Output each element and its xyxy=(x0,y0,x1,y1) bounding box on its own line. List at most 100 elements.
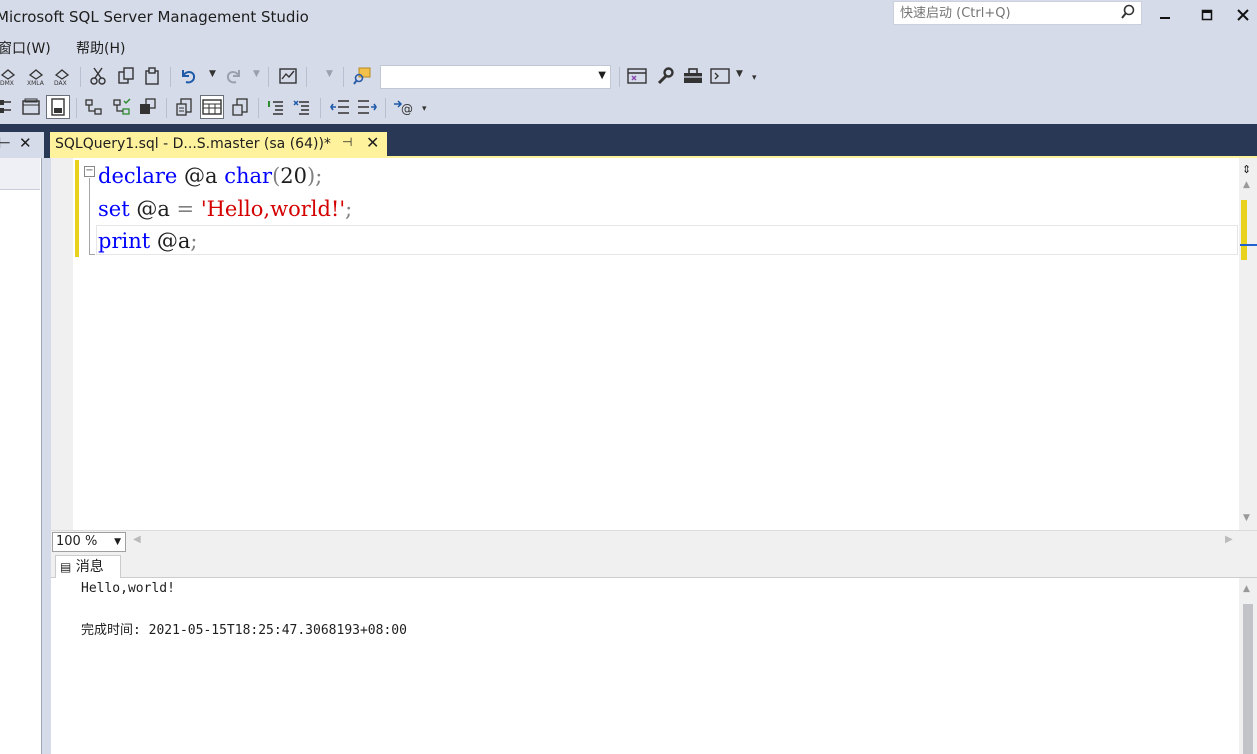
scroll-right-icon[interactable]: ▶ xyxy=(1225,534,1233,545)
outline-end xyxy=(89,254,95,255)
combo-dropdown-icon[interactable]: ▼ xyxy=(598,70,606,81)
undo-dropdown-icon[interactable]: ▼ xyxy=(209,69,216,79)
tab-sqlquery1[interactable]: SQLQuery1.sql - D...S.master (sa (64))* … xyxy=(50,132,387,158)
toolbar-overflow-icon-2[interactable]: ▾ xyxy=(422,104,427,114)
svg-text:DAX: DAX xyxy=(54,80,67,86)
indent-icon[interactable] xyxy=(355,95,379,119)
menu-bar: 窗口(W) 帮助(H) xyxy=(0,35,1257,59)
tab-pin-icon[interactable]: ⊣ xyxy=(342,135,352,149)
app-title: Microsoft SQL Server Management Studio xyxy=(0,8,309,26)
properties-icon[interactable] xyxy=(625,64,649,88)
menu-help[interactable]: 帮助(H) xyxy=(76,38,125,58)
minimize-button[interactable] xyxy=(1144,0,1186,30)
svg-text:DMX: DMX xyxy=(0,80,14,86)
dmx-query-icon[interactable]: DMX xyxy=(0,64,20,88)
object-explorer-panel[interactable] xyxy=(0,158,42,754)
collapse-icon[interactable]: − xyxy=(84,166,95,177)
zoom-combo[interactable]: 100 % ▼ xyxy=(52,532,126,552)
tab-label: SQLQuery1.sql - D...S.master (sa (64))* xyxy=(55,136,331,152)
quick-launch-input[interactable] xyxy=(894,2,1114,24)
maximize-button[interactable] xyxy=(1186,0,1228,30)
terminal-icon[interactable] xyxy=(708,64,732,88)
close-panel-icon[interactable]: ✕ xyxy=(19,134,32,152)
close-window-button[interactable] xyxy=(1228,0,1257,30)
editor-status-row: 100 % ▼ ◀ ▶ xyxy=(51,530,1257,552)
zoom-dropdown-icon[interactable]: ▼ xyxy=(114,533,121,551)
cut-icon[interactable] xyxy=(86,64,110,88)
scroll-left-icon[interactable]: ◀ xyxy=(133,534,141,545)
svg-text:@: @ xyxy=(401,102,413,116)
tab-messages[interactable]: ▤ 消息 xyxy=(55,555,121,579)
messages-tab-label: 消息 xyxy=(75,559,104,575)
redo-icon[interactable] xyxy=(222,64,246,88)
results-file-icon[interactable] xyxy=(46,95,70,119)
svg-text:XMLA: XMLA xyxy=(27,80,45,86)
completion-time: 完成时间: 2021-05-15T18:25:47.3068193+08:00 xyxy=(81,623,407,638)
quick-launch[interactable] xyxy=(893,1,1142,25)
code-token: print xyxy=(98,229,151,253)
paste-icon[interactable] xyxy=(140,64,164,88)
io-stats-icon[interactable] xyxy=(136,95,160,119)
redo-dropdown-icon[interactable]: ▼ xyxy=(253,69,260,79)
code-token: = xyxy=(176,197,195,221)
menu-window[interactable]: 窗口(W) xyxy=(0,38,51,58)
code-line-1: declare @a char(20); xyxy=(98,160,322,192)
code-line-3: print @a; xyxy=(98,225,197,257)
outline-line xyxy=(89,178,90,255)
database-combo[interactable]: ▼ xyxy=(380,65,611,89)
uncomment-icon[interactable] xyxy=(290,95,314,119)
code-token: ; xyxy=(190,229,198,253)
code-token: declare xyxy=(98,164,178,188)
comment-icon[interactable] xyxy=(264,95,288,119)
dax-query-icon[interactable]: DAX xyxy=(50,64,74,88)
editor-margin xyxy=(51,158,73,530)
code-line-2: set @a = 'Hello,world!'; xyxy=(98,193,352,225)
results-vertical-scrollbar[interactable]: ▲ xyxy=(1239,578,1257,754)
zoom-value: 100 % xyxy=(56,534,98,549)
specify-values-icon[interactable]: @ xyxy=(392,95,416,119)
search-icon[interactable] xyxy=(1121,4,1135,24)
code-token: @a xyxy=(150,229,191,253)
query-options-icon[interactable] xyxy=(172,95,196,119)
code-token: ) xyxy=(307,164,316,188)
copy-icon[interactable] xyxy=(114,64,138,88)
toolbox-icon[interactable] xyxy=(681,64,705,88)
include-plan-icon[interactable] xyxy=(82,95,106,119)
code-token: 20 xyxy=(280,164,308,188)
split-icon[interactable]: ⇕ xyxy=(1242,163,1251,176)
left-panel-header: ⊢ ✕ xyxy=(0,132,44,158)
toolbar-dropdown-icon[interactable]: ▼ xyxy=(326,69,333,79)
results-scroll-thumb[interactable] xyxy=(1243,604,1253,754)
xmla-query-icon[interactable]: XMLA xyxy=(24,64,48,88)
code-token: 'Hello,world!' xyxy=(200,197,346,221)
messages-icon: ▤ xyxy=(60,560,72,574)
scroll-up-icon[interactable]: ▲ xyxy=(1243,180,1250,190)
code-token: ; xyxy=(345,197,353,221)
terminal-dropdown-icon[interactable]: ▼ xyxy=(736,69,743,79)
messages-pane[interactable]: Hello,world! 完成时间: 2021-05-15T18:25:47.3… xyxy=(51,578,1239,754)
client-statistics-icon[interactable] xyxy=(110,95,134,119)
scroll-down-icon[interactable]: ▼ xyxy=(1243,513,1250,523)
current-line-highlight xyxy=(96,225,1238,255)
panel-splitter[interactable] xyxy=(42,158,51,754)
results-to-file-icon[interactable] xyxy=(228,95,252,119)
results-scroll-up-icon[interactable]: ▲ xyxy=(1243,584,1250,594)
toolbar-overflow-icon[interactable]: ▾ xyxy=(752,73,757,83)
outdent-icon[interactable] xyxy=(328,95,352,119)
pin-icon[interactable]: ⊢ xyxy=(0,134,11,152)
scrollbar-caret-marker xyxy=(1240,244,1257,246)
results-text-icon[interactable] xyxy=(0,95,18,119)
code-token: char xyxy=(224,164,273,188)
find-icon[interactable] xyxy=(350,64,374,88)
code-token: @a xyxy=(129,197,177,221)
activity-monitor-icon[interactable] xyxy=(276,64,300,88)
wrench-icon[interactable] xyxy=(653,64,677,88)
undo-icon[interactable] xyxy=(176,64,200,88)
object-explorer-toolbar xyxy=(0,158,40,190)
change-tracking-bar xyxy=(75,160,79,257)
message-output: Hello,world! xyxy=(81,581,175,596)
results-to-grid-icon[interactable] xyxy=(200,95,224,119)
tab-close-icon[interactable]: ✕ xyxy=(366,133,379,152)
results-grid-icon[interactable] xyxy=(19,95,43,119)
